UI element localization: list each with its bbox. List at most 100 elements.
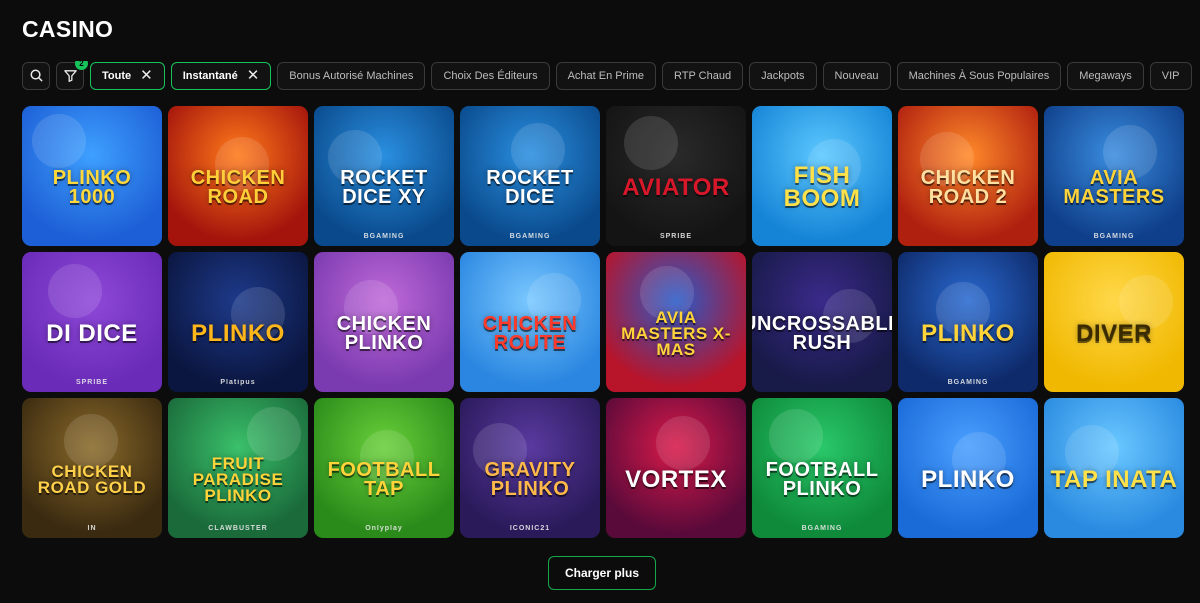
tile-decoration xyxy=(656,416,710,470)
game-title: CHICKEN ROAD xyxy=(190,167,286,208)
game-tile[interactable]: PLINKO 1000 xyxy=(22,106,162,246)
filter-chip-label: RTP Chaud xyxy=(674,69,732,82)
game-tile[interactable]: FISH BOOM xyxy=(752,106,892,246)
game-tile[interactable]: PLINKO xyxy=(898,398,1038,538)
game-title: CHICKEN PLINKO xyxy=(336,313,432,354)
game-tile[interactable]: UNCROSSABLE RUSH xyxy=(752,252,892,392)
filter-bar: 2 Toute ✕ Instantané ✕ Bonus Autorisé Machin… xyxy=(22,61,1200,90)
game-tile[interactable]: CHICKEN ROAD xyxy=(168,106,308,246)
game-title: PLINKO 1000 xyxy=(52,167,132,208)
filter-chip[interactable]: Choix Des Éditeurs xyxy=(431,61,550,90)
tile-decoration xyxy=(64,414,118,468)
game-provider: BGAMING xyxy=(947,379,989,386)
game-tile[interactable]: Rocket Dice XY BGAMING xyxy=(314,106,454,246)
filter-icon xyxy=(63,70,77,82)
game-provider: BGAMING xyxy=(509,233,551,240)
game-title: PLINKO xyxy=(921,465,1015,493)
game-tile[interactable]: PLINKO BGAMING xyxy=(898,252,1038,392)
game-title: TAP INATA xyxy=(1050,465,1178,493)
game-title: Aviator xyxy=(622,173,730,201)
page-title: CASINO xyxy=(22,16,114,42)
game-provider: SPRIBE xyxy=(75,379,109,386)
filter-chip[interactable]: Nouveau xyxy=(822,61,891,90)
game-tile[interactable]: CHICKEN ROAD Gold IN xyxy=(22,398,162,538)
game-tile[interactable]: Di Dice SPRIBE xyxy=(22,252,162,392)
tile-decoration xyxy=(247,407,301,461)
game-title: FRUIT PARADISE PLINKO xyxy=(192,453,284,506)
load-more-button[interactable]: Charger plus xyxy=(548,556,656,590)
game-tile[interactable]: CHICKEN ROUTE xyxy=(460,252,600,392)
game-provider: Platipus xyxy=(220,379,256,386)
game-title: PLINKO xyxy=(921,319,1015,347)
game-title: FISH BOOM xyxy=(783,162,861,212)
game-tile[interactable]: CHICKEN PLINKO xyxy=(314,252,454,392)
filter-chip[interactable]: Achat En Prime xyxy=(555,61,657,90)
game-tile[interactable]: Aviator SPRIBE xyxy=(606,106,746,246)
filter-chip-label: Achat En Prime xyxy=(567,69,645,82)
game-provider: Onlyplay xyxy=(365,525,403,532)
game-tile[interactable]: PLINKO Platipus xyxy=(168,252,308,392)
filter-chip[interactable]: VIP xyxy=(1149,61,1192,90)
game-provider: ICONIC21 xyxy=(509,525,551,532)
filter-chip-label: Nouveau xyxy=(834,69,879,82)
game-tile[interactable]: FRUIT PARADISE PLINKO CLAWBUSTER xyxy=(168,398,308,538)
game-tile[interactable]: FOOTBALL PLINKO BGAMING xyxy=(752,398,892,538)
game-title: VORTEX xyxy=(625,465,727,493)
filter-chip-label: Bonus Autorisé Machines xyxy=(289,69,414,82)
tile-decoration xyxy=(32,114,86,168)
game-title: DIVER xyxy=(1076,319,1152,347)
game-provider: SPRIBE xyxy=(659,233,693,240)
filter-chip[interactable]: RTP Chaud xyxy=(662,61,744,90)
game-title: UNCROSSABLE RUSH xyxy=(752,313,892,354)
game-title: CHICKEN ROAD Gold xyxy=(37,461,147,497)
game-provider: BGAMING xyxy=(801,525,843,532)
filter-chip-label: Machines À Sous Populaires xyxy=(908,69,1050,82)
game-title: AVIA MASTERS X-MAS xyxy=(621,307,731,360)
game-provider: BGAMING xyxy=(1093,233,1135,240)
search-button[interactable] xyxy=(22,61,50,90)
game-title: AVIA MASTERS xyxy=(1063,167,1165,208)
filter-count-badge: 2 xyxy=(75,61,88,70)
filter-chip[interactable]: Megaways xyxy=(1067,61,1144,90)
filter-chip-label: Megaways xyxy=(1079,69,1132,82)
game-title: CHICKEN ROUTE xyxy=(482,313,578,354)
game-title: CHICKEN ROAD 2 xyxy=(920,167,1016,208)
game-provider: IN xyxy=(87,525,97,532)
game-grid: PLINKO 1000 CHICKEN ROAD Rocket Dice XY BGA… xyxy=(22,106,1184,538)
remove-filter-icon[interactable]: ✕ xyxy=(247,68,260,83)
game-tile[interactable]: CHICKEN ROAD 2 xyxy=(898,106,1038,246)
filter-chip[interactable]: Bonus Autorisé Machines xyxy=(277,61,426,90)
game-provider: BGAMING xyxy=(363,233,405,240)
game-tile[interactable]: AVIA MASTERS BGAMING xyxy=(1044,106,1184,246)
tile-decoration xyxy=(769,409,823,463)
game-tile[interactable]: AVIA MASTERS X-MAS xyxy=(606,252,746,392)
filter-chip[interactable]: Toute ✕ xyxy=(90,61,165,90)
game-title: Di Dice xyxy=(46,319,138,347)
game-title: PLINKO xyxy=(191,319,285,347)
game-tile[interactable]: FOOTBALL TAP Onlyplay xyxy=(314,398,454,538)
game-title: FOOTBALL PLINKO xyxy=(765,459,879,500)
game-title: GRAVITY PLINKO xyxy=(484,459,576,500)
game-title: FOOTBALL TAP xyxy=(327,459,441,500)
remove-filter-icon[interactable]: ✕ xyxy=(140,68,153,83)
game-title: Rocket Dice xyxy=(486,167,574,208)
filter-chip-label: Jackpots xyxy=(761,69,805,82)
search-icon xyxy=(30,69,43,82)
tile-decoration xyxy=(48,264,102,318)
game-tile[interactable]: Rocket Dice BGAMING xyxy=(460,106,600,246)
tile-decoration xyxy=(624,116,678,170)
filter-button[interactable]: 2 xyxy=(56,61,88,90)
game-title: Rocket Dice XY xyxy=(340,167,428,208)
filter-chip-label: Instantané xyxy=(182,69,238,82)
game-tile[interactable]: GRAVITY PLINKO ICONIC21 xyxy=(460,398,600,538)
filter-chip-label: Toute xyxy=(102,69,132,82)
game-tile[interactable]: VORTEX xyxy=(606,398,746,538)
game-tile[interactable]: DIVER xyxy=(1044,252,1184,392)
filter-chip-label: VIP xyxy=(1161,69,1180,82)
filter-chip[interactable]: Instantané ✕ xyxy=(170,61,272,90)
game-provider: CLAWBUSTER xyxy=(208,525,268,532)
filter-chip[interactable]: Machines À Sous Populaires xyxy=(896,61,1062,90)
filter-chip[interactable]: Jackpots xyxy=(749,61,817,90)
game-tile[interactable]: TAP INATA xyxy=(1044,398,1184,538)
filter-chip-label: Choix Des Éditeurs xyxy=(443,69,538,82)
